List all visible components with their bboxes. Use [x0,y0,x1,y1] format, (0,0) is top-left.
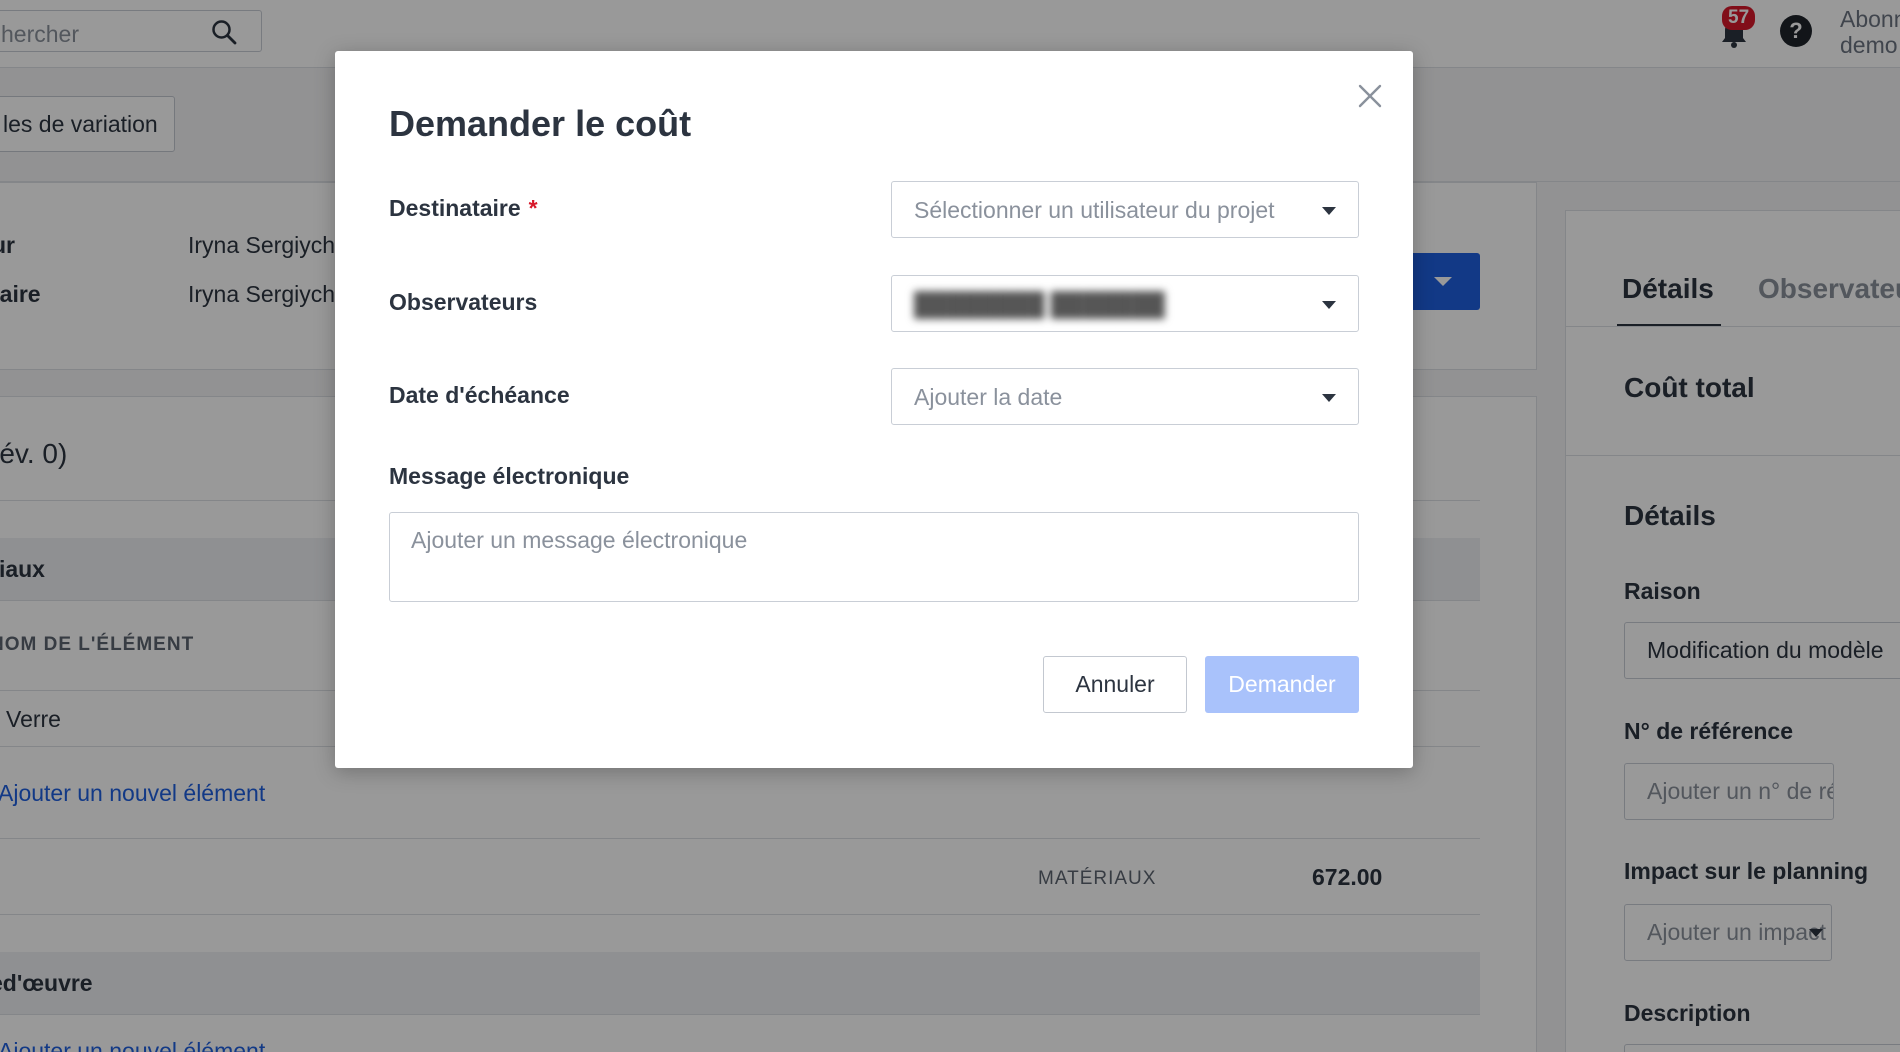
required-marker: * [528,195,538,221]
due-date-picker[interactable]: Ajouter la date [891,368,1359,425]
observers-label: Observateurs [389,289,538,315]
modal-title: Demander le coût [389,103,692,144]
request-button[interactable]: Demander [1205,656,1359,713]
chevron-down-icon [1322,207,1336,215]
recipient-placeholder: Sélectionner un utilisateur du projet [914,197,1275,223]
due-date-label: Date d'échéance [389,382,570,408]
observers-value: ████████ ███████ [914,291,1165,317]
chevron-down-icon [1322,301,1336,309]
cancel-button[interactable]: Annuler [1043,656,1187,713]
email-message-label: Message électronique [389,463,630,489]
due-date-placeholder: Ajouter la date [914,384,1063,410]
recipient-select[interactable]: Sélectionner un utilisateur du projet [891,181,1359,238]
observers-select[interactable]: ████████ ███████ [891,275,1359,332]
recipient-label-text: Destinataire [389,195,521,221]
chevron-down-icon [1322,394,1336,402]
close-icon[interactable] [1355,81,1385,111]
recipient-label: Destinataire * [389,195,538,222]
email-message-input[interactable] [389,512,1359,602]
request-cost-modal: Demander le coût Destinataire * Sélection… [335,51,1413,768]
